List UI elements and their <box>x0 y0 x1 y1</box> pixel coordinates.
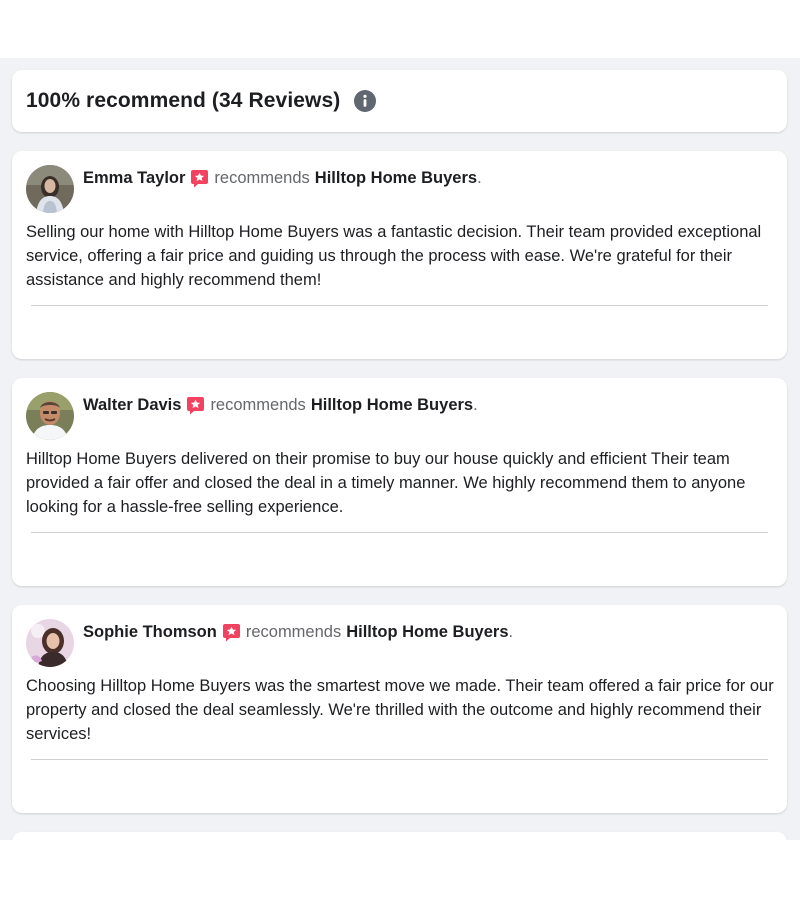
recommend-badge-icon <box>222 623 241 642</box>
reviewer-name[interactable]: Emma Taylor <box>83 167 185 189</box>
recommend-badge-icon <box>186 396 205 415</box>
business-name-link[interactable]: Hilltop Home Buyers <box>311 394 473 416</box>
review-card: Sophie Thomson recommends Hilltop Home B… <box>12 605 787 813</box>
review-text: Selling our home with Hilltop Home Buyer… <box>26 223 762 289</box>
review-header: Walter Davis recommends Hilltop Home Buy… <box>26 392 478 440</box>
review-card: Emma Taylor recommends Hilltop Home Buye… <box>12 151 787 359</box>
recommends-label: recommends <box>214 169 310 187</box>
review-headline: Emma Taylor recommends Hilltop Home Buye… <box>83 167 482 189</box>
avatar[interactable] <box>26 165 74 213</box>
recommendation-summary-card: 100% recommend (34 Reviews) <box>12 70 787 132</box>
review-header: Emma Taylor recommends Hilltop Home Buye… <box>26 165 482 213</box>
review-card: Walter Davis recommends Hilltop Home Buy… <box>12 378 787 586</box>
avatar[interactable] <box>26 619 74 667</box>
business-name-link[interactable]: Hilltop Home Buyers <box>315 167 477 189</box>
reviewer-name[interactable]: Sophie Thomson <box>83 621 217 643</box>
business-name-link[interactable]: Hilltop Home Buyers <box>346 621 508 643</box>
info-icon[interactable] <box>354 90 377 112</box>
review-card <box>12 832 787 840</box>
recommendation-summary-title: 100% recommend (34 Reviews) <box>26 89 341 112</box>
reviews-feed: 100% recommend (34 Reviews) Emma Taylor … <box>0 58 800 840</box>
recommends-label: recommends <box>245 623 342 641</box>
recommends-label: recommends <box>210 396 306 414</box>
review-text: Choosing Hilltop Home Buyers was the sma… <box>26 677 774 743</box>
avatar[interactable] <box>26 392 74 440</box>
recommend-badge-icon <box>190 169 209 188</box>
review-divider <box>31 759 768 760</box>
reviewer-name[interactable]: Walter Davis <box>83 394 181 416</box>
review-headline: Walter Davis recommends Hilltop Home Buy… <box>83 394 478 416</box>
review-header: Sophie Thomson recommends Hilltop Home B… <box>26 619 513 667</box>
review-divider <box>31 532 768 533</box>
review-text: Hilltop Home Buyers delivered on their p… <box>26 450 746 516</box>
review-divider <box>31 305 768 306</box>
review-headline: Sophie Thomson recommends Hilltop Home B… <box>83 621 514 643</box>
